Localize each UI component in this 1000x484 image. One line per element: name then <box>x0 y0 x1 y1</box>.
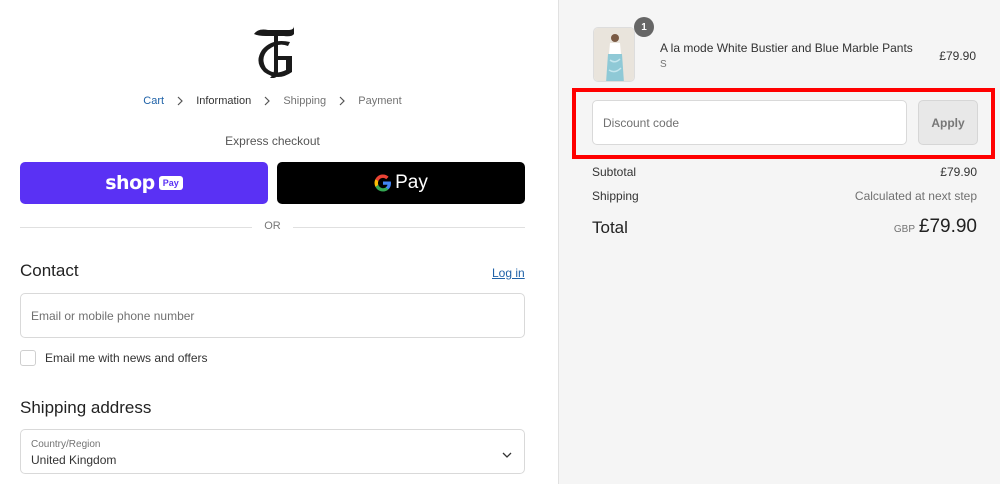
chevron-down-icon <box>502 447 512 458</box>
checkout-main-column: Cart Information Shipping Payment Expres… <box>0 0 558 484</box>
divider-line-right <box>293 227 525 228</box>
shop-pay-logo-text: shop <box>105 172 155 194</box>
shipping-label: Shipping <box>592 189 639 203</box>
country-region-label: Country/Region <box>31 439 101 450</box>
email-input[interactable] <box>20 293 525 338</box>
total-label: Total <box>592 218 628 237</box>
quantity-badge: 1 <box>634 17 654 37</box>
product-thumbnail <box>593 27 635 82</box>
total-currency: GBP <box>893 224 915 235</box>
total-amount: £79.90 <box>918 216 977 237</box>
shop-pay-badge: Pay <box>158 176 183 190</box>
breadcrumb-shipping: Shipping <box>283 95 327 108</box>
shop-pay-button[interactable]: shop Pay <box>20 162 268 204</box>
subtotal-value: £79.90 <box>940 165 977 179</box>
order-summary-column: 1 A la mode White Bustier and Blue Marbl… <box>558 0 1000 484</box>
login-link[interactable]: Log in <box>492 266 525 280</box>
chevron-right-icon <box>175 96 185 106</box>
newsletter-label: Email me with news and offers <box>45 351 208 365</box>
contact-heading: Contact <box>20 261 79 280</box>
google-pay-text: Pay <box>395 172 428 193</box>
shipping-address-heading: Shipping address <box>20 398 152 417</box>
discount-code-input[interactable] <box>592 100 907 145</box>
google-pay-button[interactable]: Pay <box>277 162 525 204</box>
breadcrumb-cart[interactable]: Cart <box>143 95 164 107</box>
subtotal-row: Subtotal £79.90 <box>592 165 977 179</box>
chevron-right-icon <box>262 96 272 106</box>
apply-discount-button[interactable]: Apply <box>918 100 978 145</box>
chevron-right-icon <box>337 96 347 106</box>
shipping-row: Shipping Calculated at next step <box>592 189 977 203</box>
shipping-value: Calculated at next step <box>854 189 977 203</box>
product-name: A la mode White Bustier and Blue Marble … <box>660 41 913 55</box>
country-region-select[interactable]: Country/Region United Kingdom <box>20 429 525 474</box>
product-price: £79.90 <box>939 49 976 63</box>
store-logo[interactable] <box>248 24 300 80</box>
product-variant: S <box>660 59 667 70</box>
newsletter-checkbox[interactable] <box>20 350 36 366</box>
breadcrumb-payment: Payment <box>358 95 402 108</box>
country-region-value: United Kingdom <box>31 453 117 467</box>
express-checkout-label: Express checkout <box>225 134 320 148</box>
or-divider: OR <box>20 220 525 234</box>
or-text: OR <box>264 220 281 232</box>
subtotal-label: Subtotal <box>592 165 637 179</box>
google-icon <box>374 174 392 192</box>
breadcrumb-information: Information <box>196 95 252 108</box>
newsletter-checkbox-row[interactable]: Email me with news and offers <box>20 350 208 366</box>
breadcrumb: Cart Information Shipping Payment <box>0 95 545 107</box>
